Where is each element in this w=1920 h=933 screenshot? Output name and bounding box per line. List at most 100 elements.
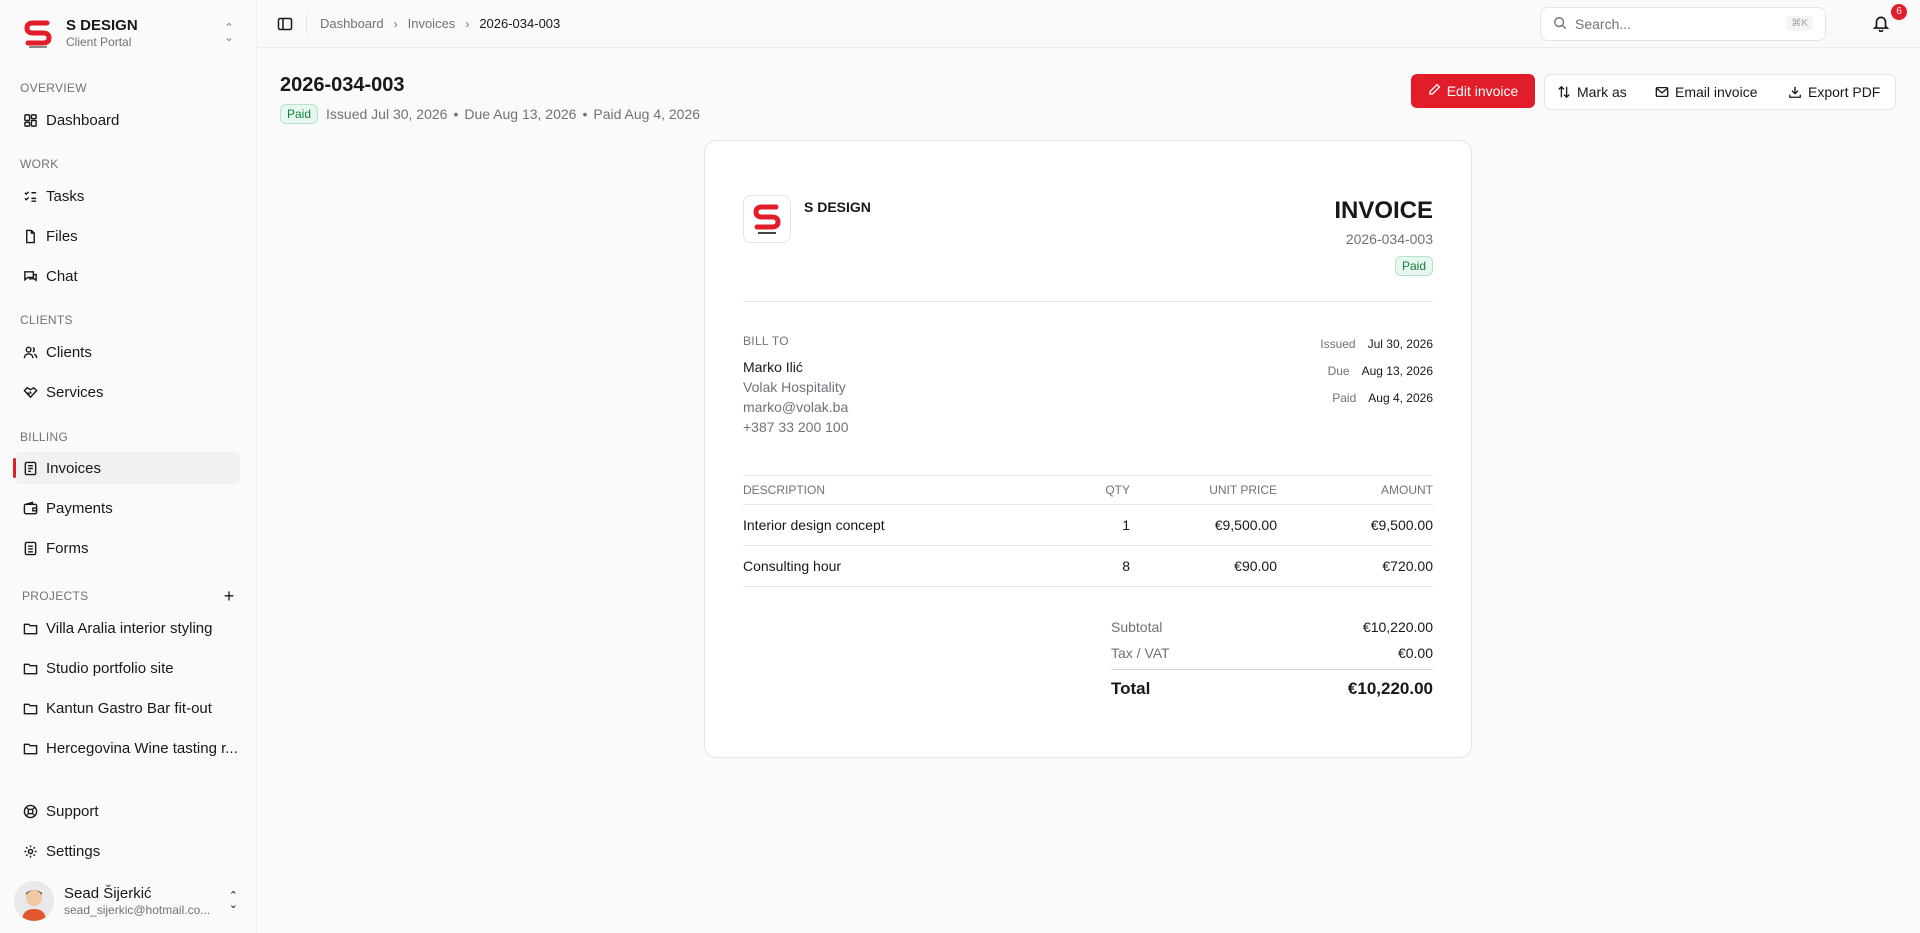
sidebar-item-support[interactable]: Support xyxy=(14,795,240,827)
page-title: 2026-034-003 xyxy=(280,74,405,96)
add-project-button[interactable]: + xyxy=(220,587,238,605)
project-label: Hercegovina Wine tasting r... xyxy=(46,739,238,757)
column-header-amount: AMOUNT xyxy=(1381,483,1433,497)
wallet-icon xyxy=(22,500,38,516)
due-row: Due Aug 13, 2026 xyxy=(1328,364,1433,378)
arrow-up-down-icon xyxy=(1557,85,1571,99)
due-value: Aug 13, 2026 xyxy=(1361,364,1433,378)
item-amount: €9,500.00 xyxy=(1370,517,1433,533)
sidebar-item-project[interactable]: Kantun Gastro Bar fit-out xyxy=(14,692,240,724)
sidebar-item-forms[interactable]: Forms xyxy=(14,532,240,564)
invoice-meta: Paid Issued Jul 30, 2026 • Due Aug 13, 2… xyxy=(280,104,700,124)
sidebar-item-payments[interactable]: Payments xyxy=(14,492,240,524)
receipt-icon xyxy=(22,460,38,476)
divider xyxy=(743,301,1433,302)
client-name: Marko Ilić xyxy=(743,359,803,375)
total-label: Total xyxy=(1111,679,1151,698)
email-invoice-button[interactable]: Email invoice xyxy=(1655,75,1757,109)
issued-value: Jul 30, 2026 xyxy=(1367,337,1433,351)
edit-invoice-label: Edit invoice xyxy=(1446,83,1519,99)
download-icon xyxy=(1788,85,1802,99)
breadcrumb-current: 2026-034-003 xyxy=(479,16,561,31)
due-label: Due xyxy=(1327,364,1350,378)
paid-value: Aug 4, 2026 xyxy=(1368,391,1433,405)
folder-icon xyxy=(22,660,38,676)
sidebar-item-label: Clients xyxy=(46,343,92,361)
sidebar-item-services[interactable]: Services xyxy=(14,376,240,408)
export-pdf-button[interactable]: Export PDF xyxy=(1788,75,1880,109)
separator-dot: • xyxy=(453,106,459,122)
form-icon xyxy=(22,540,38,556)
sidebar-item-project[interactable]: Hercegovina Wine tasting r... xyxy=(14,732,240,764)
tax-label: Tax / VAT xyxy=(1111,645,1170,661)
sidebar-toggle-icon[interactable] xyxy=(277,16,293,32)
sidebar-item-label: Support xyxy=(46,802,99,820)
workspace-switcher[interactable]: S DESIGN Client Portal ⌃ ⌄ xyxy=(20,14,245,52)
section-label-clients: CLIENTS xyxy=(20,313,73,327)
sidebar-item-label: Dashboard xyxy=(46,111,120,129)
user-menu[interactable]: Sead Šijerkić sead_sijerkic@hotmail.co..… xyxy=(14,878,244,924)
search-input[interactable]: Search... ⌘K xyxy=(1540,7,1826,41)
sidebar-item-clients[interactable]: Clients xyxy=(14,336,240,368)
due-date: Due Aug 13, 2026 xyxy=(464,106,577,122)
invoice-heading: INVOICE xyxy=(1334,197,1433,224)
client-company: Volak Hospitality xyxy=(743,379,846,395)
invoice-actions: Mark as Email invoice Export PDF xyxy=(1544,74,1896,110)
breadcrumb: Dashboard › Invoices › 2026-034-003 xyxy=(320,16,560,31)
sidebar-item-project[interactable]: Studio portfolio site xyxy=(14,652,240,684)
sidebar-item-label: Tasks xyxy=(46,187,85,205)
chevrons-up-down-icon: ⌃ ⌄ xyxy=(228,890,238,911)
brand-name: S DESIGN xyxy=(66,16,138,34)
client-email: marko@volak.ba xyxy=(743,399,849,415)
item-description: Consulting hour xyxy=(743,558,842,574)
user-name: Sead Šijerkić xyxy=(64,884,152,902)
chevron-right-icon: › xyxy=(465,16,470,31)
item-unit-price: €9,500.00 xyxy=(1214,517,1277,533)
paid-row: Paid Aug 4, 2026 xyxy=(1332,391,1433,405)
sidebar-item-settings[interactable]: Settings xyxy=(14,835,240,867)
subtotal-label: Subtotal xyxy=(1111,619,1163,635)
issued-date: Issued Jul 30, 2026 xyxy=(326,106,448,122)
breadcrumb-dashboard[interactable]: Dashboard xyxy=(320,16,384,31)
divider xyxy=(1111,669,1433,670)
email-invoice-label: Email invoice xyxy=(1675,84,1758,100)
chevron-right-icon: › xyxy=(393,16,398,31)
sidebar-item-project[interactable]: Villa Aralia interior styling xyxy=(14,612,240,644)
users-icon xyxy=(22,344,38,360)
folder-icon xyxy=(22,620,38,636)
file-icon xyxy=(22,228,38,244)
mark-as-button[interactable]: Mark as xyxy=(1557,75,1627,109)
brand-logo xyxy=(20,15,56,51)
sidebar-item-chat[interactable]: Chat xyxy=(14,260,240,292)
sidebar-item-label: Forms xyxy=(46,539,89,557)
paid-date: Paid Aug 4, 2026 xyxy=(593,106,701,122)
export-pdf-label: Export PDF xyxy=(1808,84,1881,100)
sidebar-item-dashboard[interactable]: Dashboard xyxy=(14,104,240,136)
notification-count-badge: 6 xyxy=(1891,4,1907,20)
edit-invoice-button[interactable]: Edit invoice xyxy=(1411,74,1535,108)
invoice-document: S DESIGN INVOICE 2026-034-003 Paid BILL … xyxy=(704,140,1472,758)
breadcrumb-invoices[interactable]: Invoices xyxy=(408,16,456,31)
section-label-work: WORK xyxy=(20,157,59,171)
user-email: sead_sijerkic@hotmail.co... xyxy=(64,902,211,917)
issued-row: Issued Jul 30, 2026 xyxy=(1320,337,1433,351)
item-unit-price: €90.00 xyxy=(1234,558,1277,574)
column-header-unit-price: UNIT PRICE xyxy=(1209,483,1277,497)
gear-icon xyxy=(22,843,38,859)
item-description: Interior design concept xyxy=(743,517,885,533)
bell-icon[interactable] xyxy=(1872,14,1892,34)
sidebar-item-tasks[interactable]: Tasks xyxy=(14,180,240,212)
line-items-header: DESCRIPTION QTY UNIT PRICE AMOUNT xyxy=(743,475,1433,505)
sidebar-item-label: Files xyxy=(46,227,78,245)
sidebar-item-files[interactable]: Files xyxy=(14,220,240,252)
tax-value: €0.00 xyxy=(1397,645,1433,661)
search-icon xyxy=(1553,16,1567,33)
avatar xyxy=(14,881,54,921)
table-row: Interior design concept 1 €9,500.00 €9,5… xyxy=(743,505,1433,546)
company-name: S DESIGN xyxy=(804,199,871,215)
brand-subtitle: Client Portal xyxy=(66,34,132,49)
sidebar-item-invoices[interactable]: Invoices xyxy=(13,452,240,484)
search-shortcut: ⌘K xyxy=(1786,16,1813,31)
folder-icon xyxy=(22,740,38,756)
topbar: Dashboard › Invoices › 2026-034-003 Sear… xyxy=(258,0,1920,48)
